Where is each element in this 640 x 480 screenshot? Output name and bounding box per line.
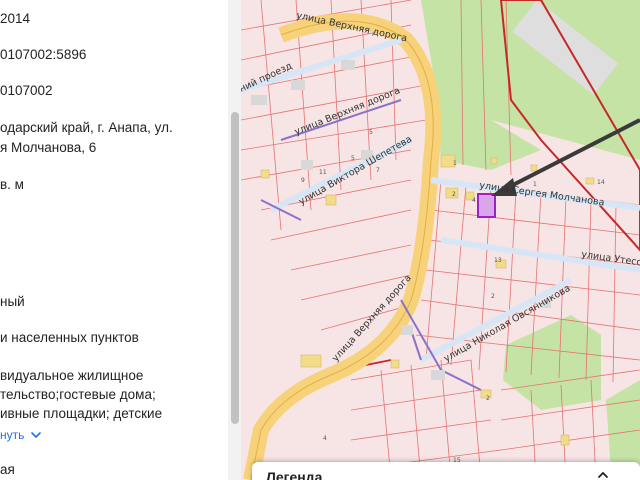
info-line-usage-1: видуальное жилищное xyxy=(0,368,144,383)
info-line-area-unit: в. м xyxy=(0,177,24,192)
info-line-date: 2014 xyxy=(0,11,31,26)
info-line-usage-2: тельство;гостевые дома; xyxy=(0,387,156,402)
info-line-cadastral: 0107002:5896 xyxy=(0,47,87,62)
parcel-number: 1 xyxy=(533,181,537,188)
chevron-down-icon xyxy=(31,432,42,439)
legend-panel[interactable]: Легенда xyxy=(252,462,640,480)
info-line-quarter: 0107002 xyxy=(0,83,53,98)
map-view[interactable]: улица Верхняя дорога улица Верхняя дорог… xyxy=(241,0,640,480)
parcel-number: 7 xyxy=(376,167,380,174)
legend-title: Легенда xyxy=(266,469,323,480)
info-line-address-2: я Молчанова, 6 xyxy=(0,140,97,155)
parcel-number: 9 xyxy=(301,177,305,184)
expand-link-label: нуть xyxy=(0,428,25,442)
parcel-number: 5 xyxy=(369,129,373,136)
parcel-number: 14 xyxy=(597,179,605,186)
parcel-number: 5 xyxy=(351,155,355,162)
parcel-number: 1 xyxy=(453,160,457,167)
scrollbar-thumb[interactable] xyxy=(231,112,239,424)
info-line-category: и населенных пунктов xyxy=(0,330,139,345)
parcel-number: 2 xyxy=(486,395,490,402)
info-line-address-1: одарский край, г. Анапа, ул. xyxy=(0,120,173,135)
expand-link[interactable]: нуть xyxy=(0,428,42,442)
info-panel: 2014 0107002:5896 0107002 одарский край,… xyxy=(0,0,241,480)
parcel-number: 4 xyxy=(472,197,476,204)
chevron-up-icon[interactable] xyxy=(596,468,610,480)
parcel-number: 13 xyxy=(494,257,502,264)
map-canvas[interactable]: улица Верхняя дорога улица Верхняя дорог… xyxy=(241,0,640,480)
info-line-status: ный xyxy=(0,294,25,309)
info-line-usage-3: ивные площадки; детские xyxy=(0,406,163,421)
selected-parcel xyxy=(477,193,496,218)
parcel-number: 11 xyxy=(319,169,327,176)
info-line-extra: ая xyxy=(0,462,15,477)
parcel-number: 4 xyxy=(323,435,327,442)
parcel-number: 2 xyxy=(452,191,456,198)
parcel-number: 2 xyxy=(491,293,495,300)
